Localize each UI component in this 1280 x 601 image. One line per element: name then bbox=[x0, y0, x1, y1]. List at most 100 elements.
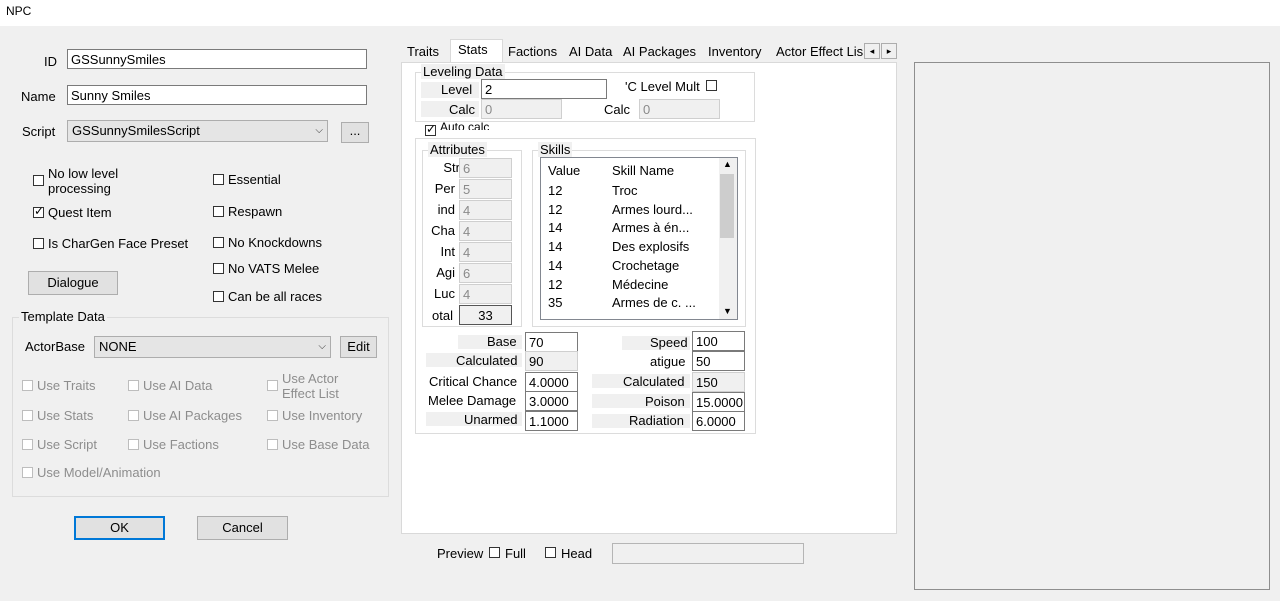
skill-name[interactable]: Crochetage bbox=[612, 258, 679, 273]
use-factions-checkbox[interactable] bbox=[128, 439, 139, 450]
skill-name[interactable]: Troc bbox=[612, 183, 638, 198]
tab-ai-packages[interactable]: AI Packages bbox=[623, 42, 696, 62]
preview-panel[interactable] bbox=[914, 62, 1270, 590]
no-low-level-label: No low level processing bbox=[48, 166, 119, 196]
use-script-label: Use Script bbox=[37, 437, 97, 452]
no-vats-label: No VATS Melee bbox=[228, 261, 320, 276]
auto-calc-checkbox[interactable]: ✓ bbox=[425, 122, 436, 136]
skill-value[interactable]: 14 bbox=[548, 258, 562, 273]
tab-scroll-right-icon[interactable]: ▸ bbox=[881, 43, 897, 59]
tab-stats[interactable]: Stats bbox=[450, 39, 503, 63]
no-knockdowns-label: No Knockdowns bbox=[228, 235, 322, 250]
use-base-data-checkbox[interactable] bbox=[267, 439, 278, 450]
skill-name[interactable]: Armes de c. ... bbox=[612, 295, 696, 310]
calc-field-2: 0 bbox=[639, 99, 720, 119]
calc-label-2: Calc bbox=[604, 102, 631, 117]
ok-button[interactable]: OK bbox=[74, 516, 165, 540]
script-label: Script bbox=[22, 124, 56, 139]
actorbase-select[interactable]: NONE ⌵ bbox=[94, 336, 331, 358]
chargen-checkbox[interactable] bbox=[33, 238, 44, 249]
total-label: otal bbox=[432, 308, 453, 323]
skill-name[interactable]: Armes lourd... bbox=[612, 202, 693, 217]
fatigue-label: atigue bbox=[650, 354, 686, 369]
pc-level-mult-checkbox[interactable] bbox=[706, 80, 717, 91]
use-model-checkbox[interactable] bbox=[22, 467, 33, 478]
quest-item-checkbox[interactable]: ✓ bbox=[33, 204, 44, 218]
attribute-value-field: 4 bbox=[459, 200, 512, 220]
critical-chance-field[interactable]: 4.0000 bbox=[525, 372, 578, 392]
window-title: NPC bbox=[6, 4, 32, 18]
script-select[interactable]: GSSunnySmilesScript ⌵ bbox=[67, 120, 328, 142]
calc-field: 0 bbox=[481, 99, 562, 119]
actorbase-edit-button[interactable]: Edit bbox=[340, 336, 377, 358]
melee-damage-label: Melee Damage bbox=[428, 393, 517, 408]
level-field[interactable]: 2 bbox=[481, 79, 607, 99]
skill-name[interactable]: Médecine bbox=[612, 277, 668, 292]
radiation-label: Radiation bbox=[629, 413, 684, 428]
attribute-label: Per bbox=[434, 181, 455, 196]
preview-full-checkbox[interactable] bbox=[489, 547, 500, 558]
respawn-label: Respawn bbox=[228, 204, 283, 219]
dialogue-button[interactable]: Dialogue bbox=[28, 271, 118, 295]
all-races-checkbox[interactable] bbox=[213, 291, 224, 302]
calculated-field: 90 bbox=[525, 351, 578, 371]
name-label: Name bbox=[21, 89, 56, 104]
tab-ai-data[interactable]: AI Data bbox=[569, 42, 612, 62]
scroll-down-icon[interactable]: ▼ bbox=[723, 306, 732, 316]
tab-inventory[interactable]: Inventory bbox=[708, 42, 761, 62]
skill-value[interactable]: 35 bbox=[548, 295, 562, 310]
actorbase-label: ActorBase bbox=[25, 339, 85, 354]
tab-actor-effect-list[interactable]: Actor Effect Lis bbox=[776, 42, 864, 62]
skill-name[interactable]: Armes à én... bbox=[612, 220, 689, 235]
script-browse-button[interactable]: ... bbox=[341, 122, 369, 143]
attribute-value-field: 6 bbox=[459, 158, 512, 178]
poison-field[interactable]: 15.0000 bbox=[692, 392, 745, 412]
no-knockdowns-checkbox[interactable] bbox=[213, 237, 224, 248]
use-traits-checkbox[interactable] bbox=[22, 380, 33, 391]
tab-traits[interactable]: Traits bbox=[407, 42, 439, 62]
quest-item-label: Quest Item bbox=[48, 205, 112, 220]
calculated-label: Calculated bbox=[456, 353, 518, 368]
skills-scroll-thumb[interactable] bbox=[720, 174, 734, 238]
preview-label: Preview bbox=[437, 546, 484, 561]
skill-value[interactable]: 12 bbox=[548, 277, 562, 292]
title-bar: NPC bbox=[0, 0, 1280, 26]
scroll-up-icon[interactable]: ▲ bbox=[723, 159, 732, 169]
tab-factions[interactable]: Factions bbox=[508, 42, 557, 62]
skill-name[interactable]: Des explosifs bbox=[612, 239, 689, 254]
skill-value[interactable]: 14 bbox=[548, 239, 562, 254]
skill-value[interactable]: 14 bbox=[548, 220, 562, 235]
no-vats-checkbox[interactable] bbox=[213, 263, 224, 274]
no-low-level-checkbox[interactable] bbox=[33, 175, 44, 186]
skill-value[interactable]: 12 bbox=[548, 202, 562, 217]
id-field[interactable]: GSSunnySmiles bbox=[67, 49, 367, 69]
use-ai-packages-checkbox[interactable] bbox=[128, 410, 139, 421]
essential-checkbox[interactable] bbox=[213, 174, 224, 185]
unarmed-field[interactable]: 1.1000 bbox=[525, 411, 578, 431]
cancel-button[interactable]: Cancel bbox=[197, 516, 288, 540]
melee-damage-field[interactable]: 3.0000 bbox=[525, 391, 578, 411]
radiation-field[interactable]: 6.0000 bbox=[692, 411, 745, 431]
use-actor-effect-checkbox[interactable] bbox=[267, 380, 278, 391]
base-field[interactable]: 70 bbox=[525, 332, 578, 352]
tab-scroll-left-icon[interactable]: ◂ bbox=[864, 43, 880, 59]
attribute-label: Str bbox=[443, 160, 460, 175]
name-field[interactable]: Sunny Smiles bbox=[67, 85, 367, 105]
skills-col-name[interactable]: Skill Name bbox=[612, 163, 674, 178]
leveling-data-title: Leveling Data bbox=[421, 64, 505, 79]
use-inventory-checkbox[interactable] bbox=[267, 410, 278, 421]
base-label: Base bbox=[487, 334, 517, 349]
preview-head-checkbox[interactable] bbox=[545, 547, 556, 558]
unarmed-label: Unarmed bbox=[464, 412, 518, 427]
critical-chance-label: Critical Chance bbox=[429, 374, 518, 389]
use-stats-checkbox[interactable] bbox=[22, 410, 33, 421]
respawn-checkbox[interactable] bbox=[213, 206, 224, 217]
skill-value[interactable]: 12 bbox=[548, 183, 562, 198]
skills-col-value[interactable]: Value bbox=[548, 163, 580, 178]
fatigue-field[interactable]: 50 bbox=[692, 351, 745, 371]
speed-field[interactable]: 100 bbox=[692, 331, 745, 351]
use-ai-data-label: Use AI Data bbox=[143, 378, 213, 393]
use-script-checkbox[interactable] bbox=[22, 439, 33, 450]
calc-label: Calc bbox=[449, 102, 476, 117]
use-ai-data-checkbox[interactable] bbox=[128, 380, 139, 391]
